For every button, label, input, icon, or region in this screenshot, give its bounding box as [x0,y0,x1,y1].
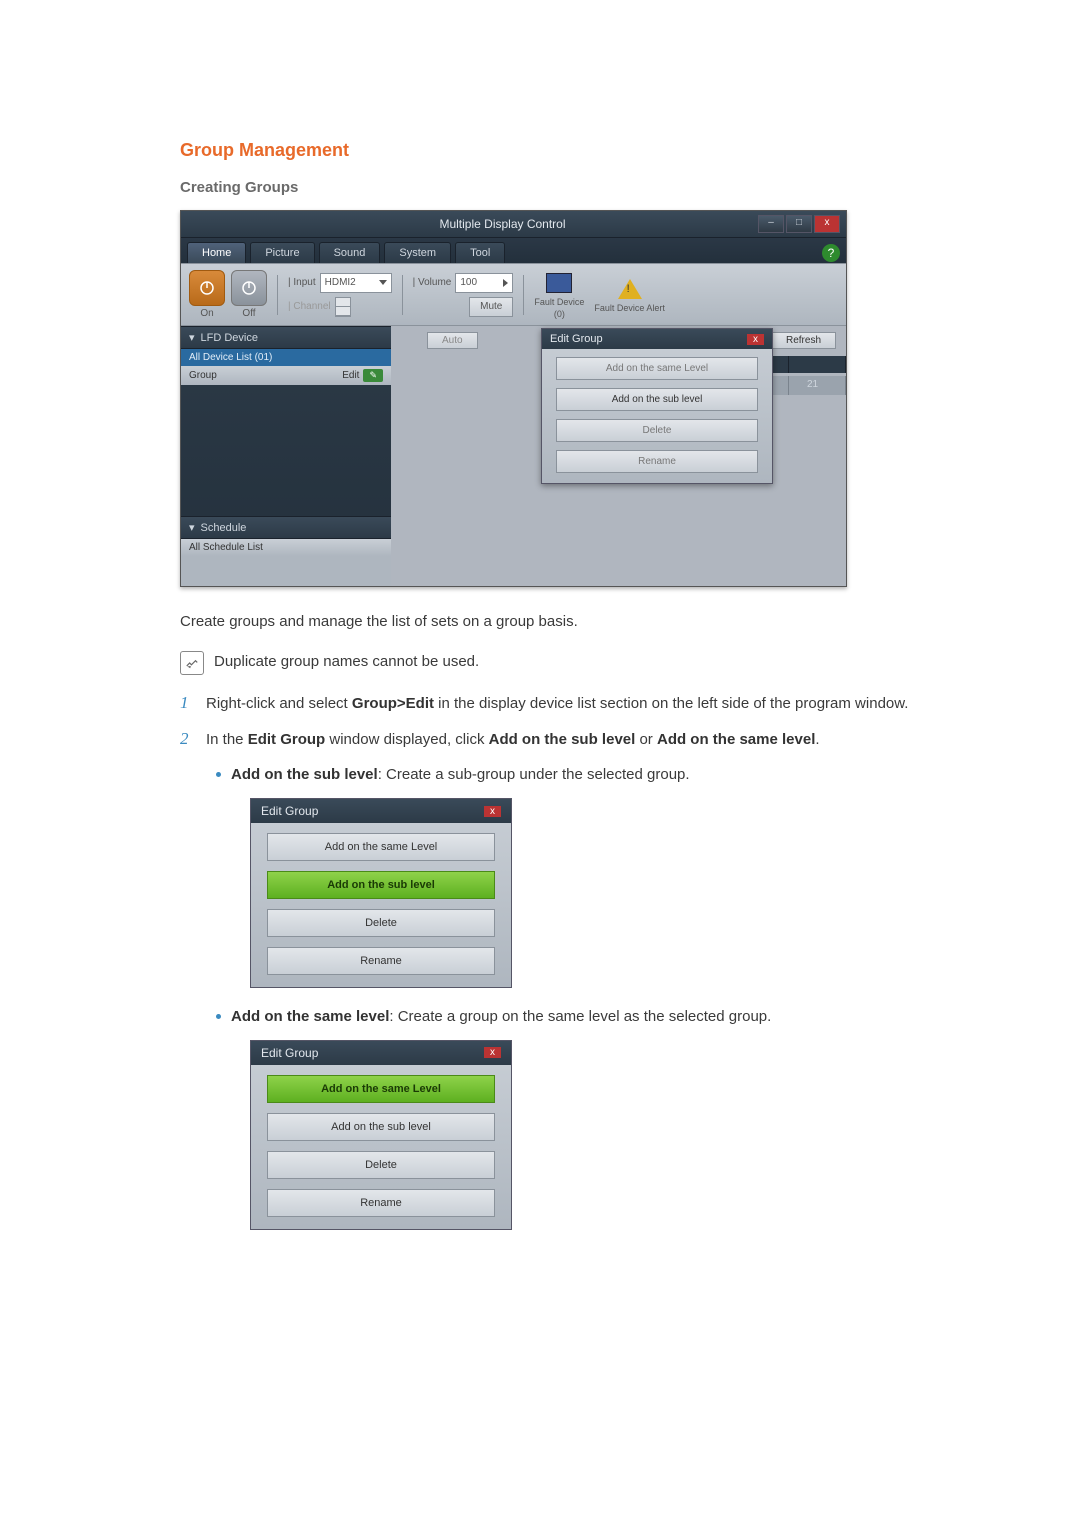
schedule-label: Schedule [201,522,247,534]
all-device-list[interactable]: All Device List (01) [181,349,391,366]
window-title: Multiple Display Control [247,217,758,231]
power-on-button[interactable] [189,270,225,306]
edit-label: Edit [342,370,359,381]
tab-home[interactable]: Home [187,242,246,263]
rename-button[interactable]: Rename [556,450,758,473]
main-area: Auto Refresh Info wer Input HDMI2 21 Ed [391,326,846,586]
popup-title: Edit Group [550,333,603,345]
input-value: HDMI2 [325,277,356,288]
volume-value: 100 [460,277,477,288]
window-minimize-button[interactable]: – [758,215,784,233]
window-close-button[interactable]: x [814,215,840,233]
divider [402,275,403,315]
dialog-title: Edit Group [261,804,318,818]
step-number-2: 2 [180,729,196,749]
tab-picture[interactable]: Picture [250,242,314,263]
tab-tool[interactable]: Tool [455,242,505,263]
sub-title: Creating Groups [180,179,910,196]
group-label: Group [189,370,217,381]
toolbar: On Off | Input HDMI2 [181,263,846,326]
col-blank [789,356,846,373]
step-2-text: In the Edit Group window displayed, clic… [206,729,820,751]
tab-system[interactable]: System [384,242,451,263]
fault-alert-label: Fault Device Alert [594,303,665,313]
power-icon [240,279,258,297]
step-1-text: Right-click and select Group>Edit in the… [206,693,908,715]
delete-button[interactable]: Delete [267,1151,495,1179]
chevron-down-icon: ▾ [189,521,195,534]
mute-button[interactable]: Mute [469,297,513,317]
edit-group-popup: Edit Group x Add on the same Level Add o… [541,328,773,484]
divider [277,275,278,315]
intro-paragraph: Create groups and manage the list of set… [180,611,910,633]
add-sub-level-button[interactable]: Add on the sub level [556,388,758,411]
input-combo[interactable]: HDMI2 [320,273,392,293]
volume-box[interactable]: 100 [455,273,513,293]
bullet-same-level-text: Add on the same level: Create a group on… [231,1006,771,1028]
divider [523,275,524,315]
channel-label: | Channel [288,301,331,312]
fault-device-value: (0) [554,309,565,319]
window-maximize-button[interactable]: □ [786,215,812,233]
delete-button[interactable]: Delete [556,419,758,442]
popup-close-button[interactable]: x [747,334,764,345]
note-text: Duplicate group names cannot be used. [214,651,479,673]
tabbar: Home Picture Sound System Tool ? [181,238,846,263]
titlebar: Multiple Display Control – □ x [181,211,846,238]
add-same-level-button[interactable]: Add on the same Level [556,357,758,380]
schedule-header[interactable]: ▾ Schedule [181,516,391,539]
rename-button[interactable]: Rename [267,947,495,975]
alert-icon [618,279,642,299]
input-label: | Input [288,277,316,288]
off-label: Off [242,308,255,319]
fault-device-label: Fault Device [534,297,584,307]
bullet-sub-level-text: Add on the sub level: Create a sub-group… [231,764,690,786]
cell-count: 21 [789,376,846,395]
add-sub-level-button[interactable]: Add on the sub level [267,1113,495,1141]
help-icon[interactable]: ? [822,244,840,262]
tab-sound[interactable]: Sound [319,242,381,263]
step-number-1: 1 [180,693,196,713]
chevron-down-icon: ▾ [189,331,195,344]
app-window: Multiple Display Control – □ x Home Pict… [180,210,847,587]
fault-device-count[interactable]: Fault Device (0) [534,271,584,319]
refresh-button[interactable]: Refresh [771,332,836,349]
dialog-close-button[interactable]: x [484,1047,501,1058]
sidebar: ▾ LFD Device All Device List (01) Group … [181,326,391,586]
bullet-icon [216,772,221,777]
monitor-icon [546,273,572,293]
lfd-device-label: LFD Device [201,332,258,344]
group-row[interactable]: Group Edit ✎ [181,366,391,385]
schedule-body [181,556,391,586]
add-same-level-button[interactable]: Add on the same Level [267,833,495,861]
edit-group-dialog-sub: Edit Group x Add on the same Level Add o… [250,798,512,988]
auto-button[interactable]: Auto [427,332,478,349]
rename-button[interactable]: Rename [267,1189,495,1217]
add-sub-level-button[interactable]: Add on the sub level [267,871,495,899]
add-same-level-button[interactable]: Add on the same Level [267,1075,495,1103]
chevron-down-icon [379,280,387,285]
fault-device-alert[interactable]: Fault Device Alert [594,277,665,313]
on-label: On [200,308,213,319]
dialog-title: Edit Group [261,1046,318,1060]
delete-button[interactable]: Delete [267,909,495,937]
all-schedule-list[interactable]: All Schedule List [181,539,391,556]
edit-icon[interactable]: ✎ [363,369,383,382]
arrow-right-icon [503,279,508,287]
bullet-icon [216,1014,221,1019]
dialog-close-button[interactable]: x [484,806,501,817]
channel-spinner[interactable] [335,297,351,317]
edit-group-dialog-same: Edit Group x Add on the same Level Add o… [250,1040,512,1230]
section-title: Group Management [180,140,910,161]
all-schedule-label: All Schedule List [189,542,263,553]
volume-label: | Volume [413,277,452,288]
power-off-button[interactable] [231,270,267,306]
lfd-device-header[interactable]: ▾ LFD Device [181,326,391,349]
power-icon [198,279,216,297]
note-icon [180,651,204,675]
